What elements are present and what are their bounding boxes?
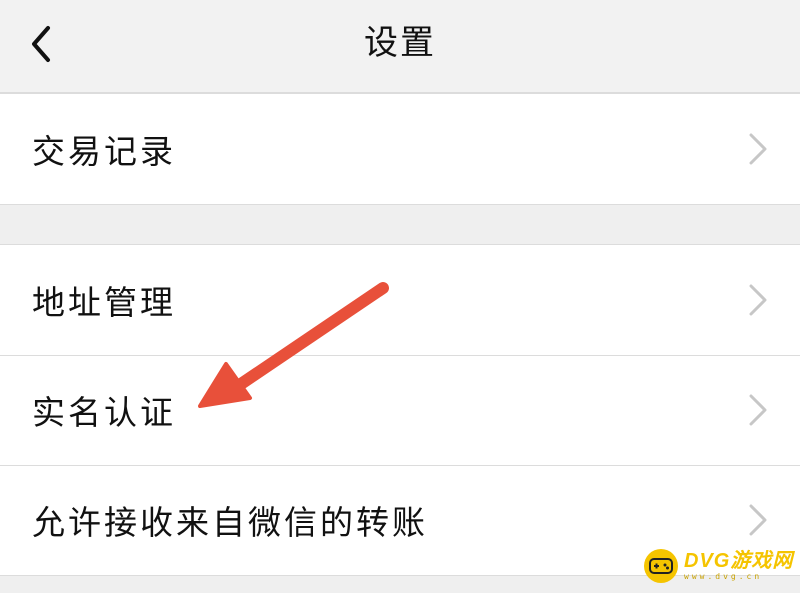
settings-group-2: 地址管理 实名认证 允许接收来自微信的转账	[0, 244, 800, 576]
chevron-right-icon	[746, 131, 770, 167]
chevron-right-icon	[746, 502, 770, 538]
settings-row-real-name-verification[interactable]: 实名认证	[0, 355, 800, 465]
row-label: 允许接收来自微信的转账	[32, 503, 428, 542]
chevron-right-icon	[746, 282, 770, 318]
row-label: 交易记录	[32, 132, 176, 171]
watermark: DVG游戏网 www.dvg.cn	[644, 546, 793, 586]
navigation-bar: 设置	[0, 0, 800, 93]
settings-row-address-management[interactable]: 地址管理	[0, 245, 800, 355]
gamepad-logo-icon	[644, 549, 678, 583]
chevron-right-icon	[746, 392, 770, 428]
page-title: 设置	[364, 23, 436, 63]
row-label: 地址管理	[32, 283, 176, 322]
settings-group-1: 交易记录	[0, 93, 800, 205]
watermark-subtitle: www.dvg.cn	[684, 572, 763, 581]
settings-row-transaction-records[interactable]: 交易记录	[0, 94, 800, 204]
watermark-name: DVG游戏网	[684, 550, 794, 572]
row-label: 实名认证	[32, 393, 176, 432]
